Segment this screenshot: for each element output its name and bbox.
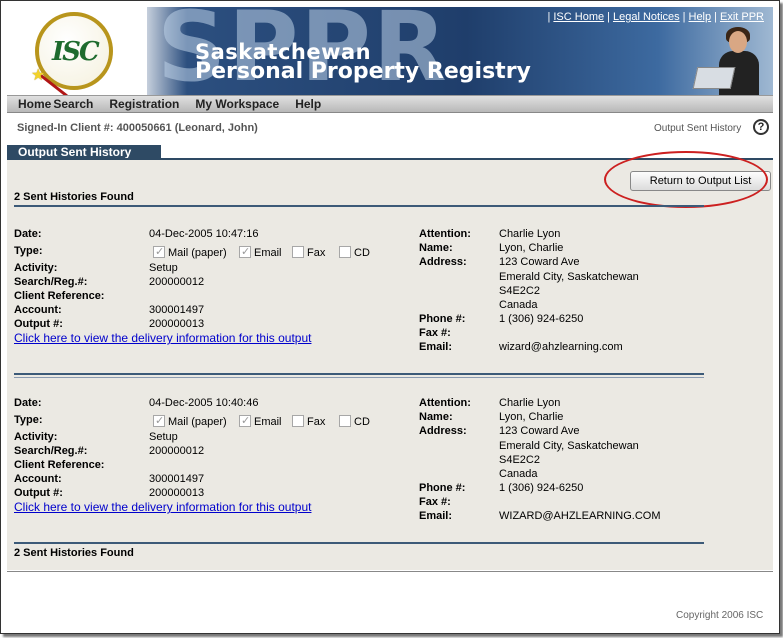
type-email-checkbox[interactable]: Email (239, 245, 282, 259)
label-output: Output #: (14, 318, 63, 330)
label-account: Account: (14, 473, 62, 485)
legal-notices-link[interactable]: Legal Notices (613, 11, 680, 23)
nav-home[interactable]: Home (18, 96, 51, 113)
record-activity: Setup (149, 262, 178, 274)
nav-help[interactable]: Help (295, 96, 321, 113)
record-search-reg: 200000012 (149, 276, 205, 288)
page-breadcrumb: Output Sent History (654, 123, 742, 134)
nav-search[interactable]: Search (53, 96, 93, 113)
type-email-checkbox[interactable]: Email (239, 414, 282, 428)
isc-home-link[interactable]: ISC Home (553, 11, 604, 23)
label-output: Output #: (14, 487, 63, 499)
highlight-ellipse (604, 151, 768, 208)
record-date: 04-Dec-2005 10:47:16 (149, 228, 259, 240)
record-divider (14, 373, 704, 375)
main-nav: Home Search Registration My Workspace Help (7, 95, 773, 113)
label-account: Account: (14, 304, 62, 316)
record-search-reg: 200000012 (149, 445, 205, 457)
record-address-3: S4E2C2 (499, 285, 540, 297)
person-with-laptop-image (692, 23, 767, 95)
logo-text: ISC (52, 37, 100, 67)
header-banner: SPPR ISC ★ Saskatchewan Personal Propert… (7, 7, 773, 95)
record-address-2: Emerald City, Saskatchewan (499, 271, 639, 283)
record-output: 200000013 (149, 487, 205, 499)
record-address-3: S4E2C2 (499, 454, 540, 466)
record-activity: Setup (149, 431, 178, 443)
record-date: 04-Dec-2005 10:40:46 (149, 397, 259, 409)
nav-my-workspace[interactable]: My Workspace (195, 96, 279, 113)
record-account: 300001497 (149, 304, 205, 316)
label-phone: Phone #: (419, 313, 466, 325)
type-fax-checkbox[interactable]: Fax (292, 415, 325, 428)
record-address-4: Canada (499, 299, 538, 311)
record-name: Lyon, Charlie (499, 411, 564, 423)
record-phone: 1 (306) 924-6250 (499, 482, 584, 494)
record-attention: Charlie Lyon (499, 397, 561, 409)
found-count-bottom: 2 Sent Histories Found (14, 547, 134, 559)
delivery-info-link[interactable]: Click here to view the delivery informat… (14, 331, 311, 345)
record-address-1: 123 Coward Ave (499, 425, 580, 437)
record-name: Lyon, Charlie (499, 242, 564, 254)
record-address-4: Canada (499, 468, 538, 480)
star-icon: ★ (31, 67, 46, 84)
top-links: | ISC Home | Legal Notices | Help | Exit PPR (547, 11, 764, 23)
found-count-top: 2 Sent Histories Found (14, 191, 134, 203)
record-email: WIZARD@AHZLEARNING.COM (499, 510, 661, 522)
label-search-reg: Search/Reg.#: (14, 276, 88, 288)
divider (14, 542, 704, 544)
record-address-1: 123 Coward Ave (499, 256, 580, 268)
type-mail-checkbox[interactable]: Mail (paper) (153, 245, 227, 259)
record-address-2: Emerald City, Saskatchewan (499, 440, 639, 452)
footer (7, 571, 773, 629)
type-mail-checkbox[interactable]: Mail (paper) (153, 414, 227, 428)
help-link[interactable]: Help (689, 11, 712, 23)
label-attention: Attention: (419, 397, 471, 409)
delivery-info-link[interactable]: Click here to view the delivery informat… (14, 500, 311, 514)
label-activity: Activity: (14, 262, 58, 274)
nav-registration[interactable]: Registration (109, 96, 179, 113)
type-cd-checkbox[interactable]: CD (339, 415, 370, 428)
tab-output-sent-history: Output Sent History (7, 145, 161, 159)
record-account: 300001497 (149, 473, 205, 485)
record-output: 200000013 (149, 318, 205, 330)
label-name: Name: (419, 411, 453, 423)
label-client-ref: Client Reference: (14, 459, 105, 471)
label-fax: Fax #: (419, 327, 451, 339)
label-search-reg: Search/Reg.#: (14, 445, 88, 457)
record-email: wizard@ahzlearning.com (499, 341, 623, 353)
label-name: Name: (419, 242, 453, 254)
help-icon[interactable]: ? (753, 119, 769, 135)
type-cd-checkbox[interactable]: CD (339, 246, 370, 259)
label-type: Type: (14, 245, 43, 257)
label-attention: Attention: (419, 228, 471, 240)
record-attention: Charlie Lyon (499, 228, 561, 240)
divider (14, 205, 704, 207)
copyright: Copyright 2006 ISC (676, 610, 764, 621)
label-type: Type: (14, 414, 43, 426)
signed-in-client: Signed-In Client #: 400050661 (Leonard, … (17, 122, 258, 134)
registry-title: Saskatchewan Personal Property Registry (195, 40, 531, 84)
exit-ppr-link[interactable]: Exit PPR (720, 11, 764, 23)
label-fax: Fax #: (419, 496, 451, 508)
label-date: Date: (14, 228, 42, 240)
label-date: Date: (14, 397, 42, 409)
label-phone: Phone #: (419, 482, 466, 494)
label-address: Address: (419, 425, 467, 437)
label-activity: Activity: (14, 431, 58, 443)
label-client-ref: Client Reference: (14, 290, 105, 302)
type-fax-checkbox[interactable]: Fax (292, 246, 325, 259)
label-email: Email: (419, 341, 453, 353)
label-email: Email: (419, 510, 453, 522)
record-phone: 1 (306) 924-6250 (499, 313, 584, 325)
label-address: Address: (419, 256, 467, 268)
browser-frame: SPPR ISC ★ Saskatchewan Personal Propert… (0, 0, 780, 634)
